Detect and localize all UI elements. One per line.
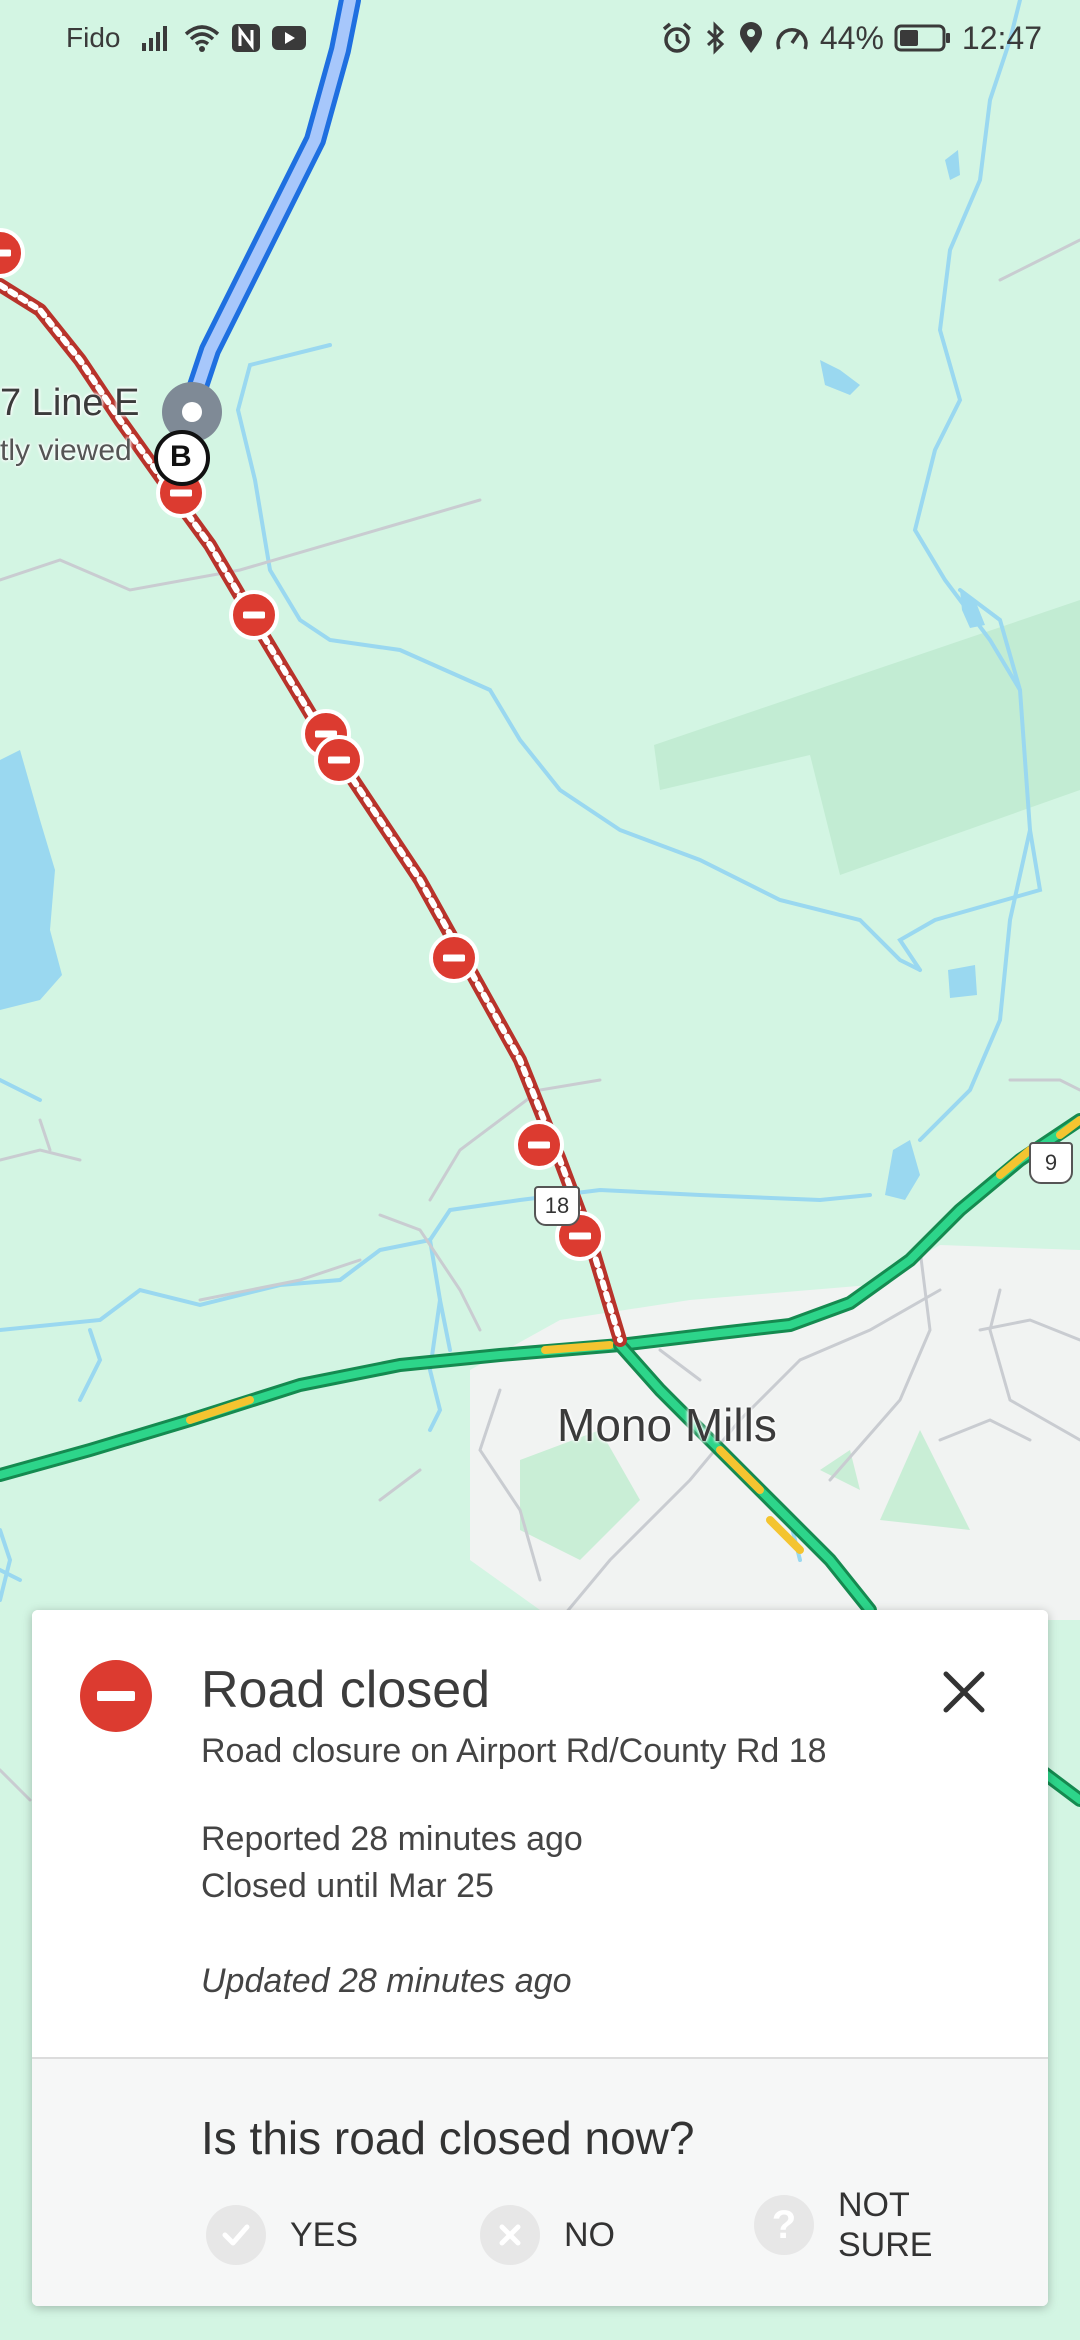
closure-marker-icon[interactable] xyxy=(229,590,279,640)
not-sure-button[interactable]: ? NOT SURE xyxy=(754,2185,948,2265)
location-icon xyxy=(739,22,762,53)
route-9-label: 9 xyxy=(1044,1150,1058,1175)
closed-until: Closed until Mar 25 xyxy=(201,1867,494,1905)
no-button[interactable]: NO xyxy=(480,2205,615,2265)
closure-marker-icon[interactable] xyxy=(514,1120,564,1170)
road-closed-icon xyxy=(80,1660,152,1732)
closure-description: Road closure on Airport Rd/County Rd 18 xyxy=(201,1732,827,1770)
route-18-shield: 18 xyxy=(534,1186,580,1226)
question-icon: ? xyxy=(754,2195,814,2255)
battery-icon xyxy=(894,24,950,52)
check-icon xyxy=(206,2205,266,2265)
waypoint-b-label[interactable]: B xyxy=(170,440,192,474)
speed-icon xyxy=(776,28,808,50)
bluetooth-icon xyxy=(706,21,725,55)
reported-time: Reported 28 minutes ago xyxy=(201,1820,583,1858)
wifi-icon xyxy=(184,25,220,52)
yes-label: YES xyxy=(290,2216,359,2254)
youtube-icon xyxy=(272,26,306,50)
feedback-question: Is this road closed now? xyxy=(201,2112,695,2164)
clock: 12:47 xyxy=(961,19,1042,56)
close-icon[interactable] xyxy=(934,1662,994,1722)
place-sublabel: tly viewed xyxy=(0,434,132,467)
route-9-shield: 9 xyxy=(1029,1142,1073,1184)
feedback-section: Is this road closed now? YES NO ? NOT SU… xyxy=(32,2057,1048,2306)
signal-icon xyxy=(142,26,167,51)
updated-time: Updated 28 minutes ago xyxy=(201,1962,572,2000)
alarm-icon xyxy=(662,22,691,53)
not-sure-label: NOT SURE xyxy=(838,2186,933,2264)
x-icon xyxy=(480,2205,540,2265)
status-bar: Fido 44% 12:47 xyxy=(0,0,1080,80)
road-closed-card[interactable]: Road closed Road closure on Airport Rd/C… xyxy=(32,1610,1048,2306)
carrier-name: Fido xyxy=(66,22,121,53)
no-label: NO xyxy=(564,2216,615,2254)
route-18-label: 18 xyxy=(544,1193,570,1218)
yes-button[interactable]: YES xyxy=(206,2205,358,2265)
battery-percent: 44% xyxy=(819,19,884,56)
card-details: Road closed Road closure on Airport Rd/C… xyxy=(32,1610,1048,2057)
closure-marker-icon[interactable] xyxy=(429,933,479,983)
card-title: Road closed xyxy=(201,1661,491,1719)
status-right: 44% 12:47 xyxy=(660,18,1042,58)
town-label[interactable]: Mono Mills xyxy=(557,1398,777,1452)
place-label[interactable]: 7 Line E xyxy=(0,382,139,425)
closure-marker-icon[interactable] xyxy=(314,735,364,785)
nfc-icon xyxy=(232,24,260,52)
status-left-icons xyxy=(140,18,308,58)
